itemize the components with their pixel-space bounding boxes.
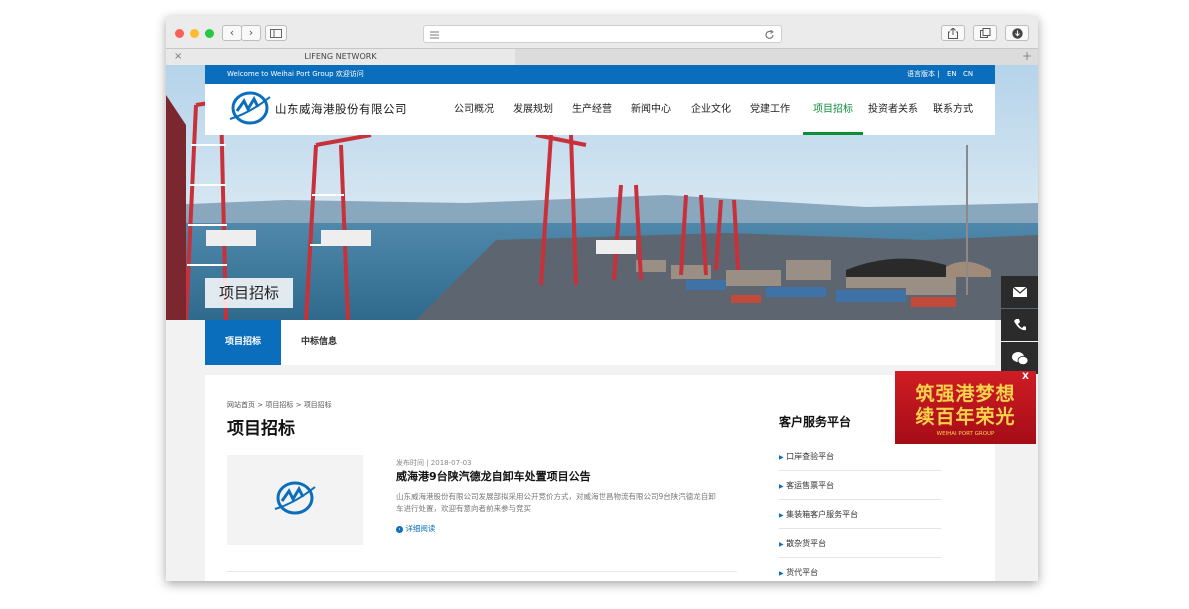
browser-toolbar: ‹ › × LIFENG NETWORK + [166, 16, 1038, 65]
minimize-window-icon[interactable] [190, 29, 199, 38]
nav-item-development[interactable]: 发展规划 [508, 84, 558, 135]
triangle-icon: ▶ [779, 541, 784, 548]
company-logo[interactable] [228, 89, 272, 127]
breadcrumb-current: 项目招标 [303, 401, 332, 409]
breadcrumb-home[interactable]: 网站首页 [227, 401, 255, 409]
sidebar-item-label: 口岸查验平台 [786, 452, 835, 461]
banner-line2: 续百年荣光 [915, 406, 1016, 428]
arrow-circle-icon: › [396, 525, 403, 533]
sidebar-item-customs[interactable]: ▶ 口岸查验平台 [779, 442, 941, 471]
tab-bar: × LIFENG NETWORK + [166, 48, 1038, 65]
article-thumbnail[interactable] [227, 455, 363, 545]
sub-navigation: 项目招标 中标信息 [205, 320, 995, 365]
triangle-icon: ▶ [779, 570, 784, 577]
breadcrumb-sep: > [295, 401, 302, 409]
nav-item-culture[interactable]: 企业文化 [686, 84, 736, 135]
browser-window: ‹ › × LIFENG NETWORK + Welcome to Weihai… [166, 16, 1038, 581]
reload-icon[interactable] [765, 30, 775, 40]
company-name: 山东威海港股份有限公司 [275, 102, 407, 116]
language-label: 语言版本 | [907, 70, 940, 78]
back-icon[interactable]: ‹ [222, 25, 242, 41]
top-info-bar: Welcome to Weihai Port Group 欢迎访问 语言版本 |… [205, 65, 995, 84]
sidebar-item-label: 客运售票平台 [786, 481, 835, 490]
zoom-window-icon[interactable] [205, 29, 214, 38]
address-bar[interactable] [423, 25, 782, 43]
sidebar-item-forwarder[interactable]: ▶ 货代平台 [779, 558, 941, 581]
breadcrumb-item[interactable]: 项目招标 [265, 401, 293, 409]
nav-item-production[interactable]: 生产经营 [567, 84, 617, 135]
sidebar-item-container[interactable]: ▶ 集装箱客户服务平台 [779, 500, 941, 529]
sidebar-item-label: 散杂货平台 [786, 539, 827, 548]
reader-icon[interactable] [430, 31, 439, 39]
triangle-icon: ▶ [779, 483, 784, 490]
share-icon[interactable] [941, 25, 965, 41]
phone-icon[interactable] [1001, 309, 1038, 341]
banner-sub: WEIHAI PORT GROUP [936, 431, 995, 437]
triangle-icon: ▶ [779, 454, 784, 461]
sidebar-title: 客户服务平台 [779, 415, 852, 429]
read-more-link[interactable]: › 详细阅读 [396, 523, 435, 534]
site-header: 山东威海港股份有限公司 公司概况 发展规划 生产经营 新闻中心 企业文化 党建工… [205, 84, 995, 135]
nav-item-overview[interactable]: 公司概况 [449, 84, 499, 135]
read-more-label: 详细阅读 [405, 524, 436, 533]
lang-cn-link[interactable]: CN [963, 65, 973, 84]
breadcrumb-sep: > [257, 401, 264, 409]
breadcrumb: 网站首页 > 项目招标 > 项目招标 [227, 400, 332, 410]
article-summary-line2: 车进行处置，欢迎有意向者前来参与竞买 [396, 504, 531, 513]
sidebar-item-label: 集装箱客户服务平台 [786, 510, 859, 519]
article-summary-line1: 山东威海港股份有限公司发展部拟采用公开竞价方式，对威海世昌物流有限公司9台陕汽德… [396, 492, 716, 501]
mail-icon[interactable] [1001, 276, 1038, 308]
page-title: 项目招标 [227, 419, 295, 439]
nav-item-contact[interactable]: 联系方式 [928, 84, 978, 135]
new-tab-button[interactable]: + [1022, 49, 1032, 64]
sidebar-icon[interactable] [265, 25, 287, 41]
close-window-icon[interactable] [175, 29, 184, 38]
sidebar-item-bulk[interactable]: ▶ 散杂货平台 [779, 529, 941, 558]
nav-item-bidding[interactable]: 项目招标 [803, 84, 863, 135]
welcome-text: Welcome to Weihai Port Group 欢迎访问 [227, 70, 364, 78]
close-banner-icon[interactable]: X [1022, 372, 1029, 382]
hero-title: 项目招标 [205, 278, 293, 308]
subnav-tab-award[interactable]: 中标信息 [281, 320, 357, 365]
download-icon[interactable] [1005, 25, 1029, 41]
sidebar-item-ticketing[interactable]: ▶ 客运售票平台 [779, 471, 941, 500]
nav-item-investor[interactable]: 投资者关系 [867, 84, 919, 135]
page-viewport: Welcome to Weihai Port Group 欢迎访问 语言版本 |… [166, 65, 1038, 581]
article-date: 发布时间 | 2018-07-03 [396, 459, 472, 467]
nav-item-news[interactable]: 新闻中心 [626, 84, 676, 135]
divider [227, 571, 737, 572]
lang-en-link[interactable]: EN [947, 65, 957, 84]
thumbnail-logo [274, 481, 316, 515]
nav-item-party[interactable]: 党建工作 [745, 84, 795, 135]
browser-tab[interactable]: × LIFENG NETWORK [166, 49, 515, 65]
promo-banner[interactable]: 筑强港梦想 续百年荣光 WEIHAI PORT GROUP X [895, 371, 1036, 444]
tab-title: LIFENG NETWORK [304, 52, 377, 61]
triangle-icon: ▶ [779, 512, 784, 519]
tabs-icon[interactable] [973, 25, 997, 41]
subnav-tab-bidding[interactable]: 项目招标 [205, 320, 281, 365]
wechat-icon[interactable] [1001, 342, 1038, 374]
sidebar-item-label: 货代平台 [786, 568, 819, 577]
article-title[interactable]: 威海港9台陕汽德龙自卸车处置项目公告 [396, 468, 591, 484]
forward-icon[interactable]: › [241, 25, 261, 41]
